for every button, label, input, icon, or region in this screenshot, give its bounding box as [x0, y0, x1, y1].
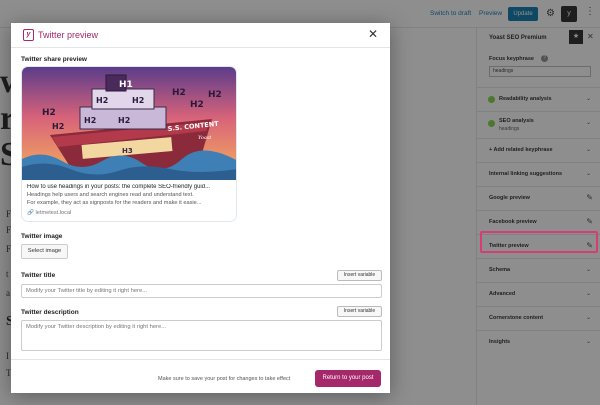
card-image: H1 H2 H2 H2 H2 H2 H2 H2 H2 H2 H3 S.S. CO…	[22, 67, 236, 180]
card-image-text: H2	[190, 100, 204, 110]
twitter-title-label: Twitter title	[21, 272, 56, 279]
card-description-line: For example, they act as signposts for t…	[27, 199, 202, 206]
twitter-title-input[interactable]: Modify your Twitter title by editing it …	[21, 284, 382, 298]
twitter-preview-modal: y Twitter preview ✕ Twitter share previe…	[11, 23, 390, 393]
card-image-text: H2	[84, 116, 96, 125]
twitter-card-preview: H1 H2 H2 H2 H2 H2 H2 H2 H2 H2 H3 S.S. CO…	[21, 66, 237, 222]
card-url: 🔗 letmetest.local	[27, 210, 71, 216]
card-description-line: Headings help users and search engines r…	[27, 192, 194, 198]
card-image-text: H2	[208, 90, 222, 100]
twitter-preview-highlight	[480, 231, 598, 253]
insert-variable-button[interactable]: Insert variable	[337, 306, 382, 317]
twitter-description-label: Twitter description	[21, 309, 79, 316]
insert-variable-button[interactable]: Insert variable	[337, 270, 382, 281]
card-image-text: H2	[172, 88, 186, 98]
card-image-text: H1	[119, 80, 133, 90]
card-title: How to use headings in your posts: the c…	[27, 184, 211, 190]
card-image-text: H3	[122, 147, 133, 155]
card-image-text: H2	[42, 108, 56, 118]
modal-header: y Twitter preview ✕	[11, 23, 390, 48]
modal-footer: Make sure to save your post for changes …	[11, 359, 390, 393]
card-url-text: letmetest.local	[35, 210, 72, 216]
card-image-text: H2	[132, 96, 144, 105]
save-reminder-text: Make sure to save your post for changes …	[158, 376, 291, 382]
card-image-text: H2	[118, 116, 130, 125]
modal-title: Twitter preview	[38, 30, 99, 40]
card-image-text: H2	[52, 122, 64, 131]
return-to-post-button[interactable]: Return to your post	[315, 370, 381, 387]
select-image-button[interactable]: Select image	[21, 244, 68, 259]
twitter-description-input[interactable]: Modify your Twitter description by editi…	[21, 320, 382, 351]
yoast-logo-icon: y	[23, 29, 34, 41]
link-icon: 🔗	[27, 210, 34, 216]
twitter-image-label: Twitter image	[21, 233, 63, 240]
card-image-text: Yoast	[198, 135, 212, 141]
close-icon[interactable]: ✕	[368, 27, 378, 41]
card-image-text: H2	[96, 96, 108, 105]
share-preview-label: Twitter share preview	[21, 56, 87, 63]
card-description: Headings help users and search engines r…	[27, 192, 233, 207]
